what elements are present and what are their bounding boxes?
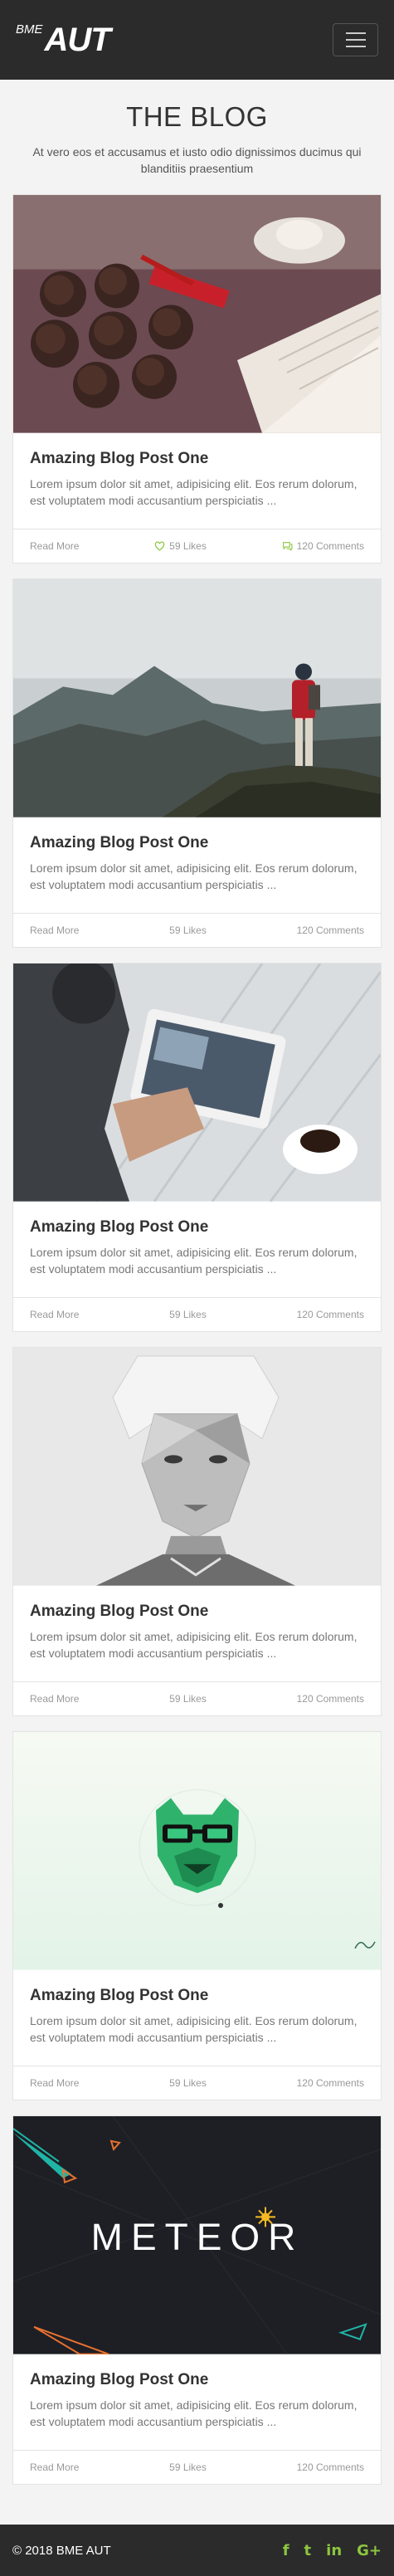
comments-count: 120 Comments [296,540,364,553]
blog-post-card: Amazing Blog Post One Lorem ipsum dolor … [12,963,382,1332]
read-more-link[interactable]: Read More [30,540,79,552]
twitter-icon[interactable]: t [304,2542,312,2559]
post-footer: Read More 59 Likes 120 Comments [13,1297,381,1331]
hamburger-icon-line [345,46,366,47]
navbar: BME AUT [0,0,394,80]
post-body: Amazing Blog Post One Lorem ipsum dolor … [13,817,381,914]
page-title: THE BLOG [126,101,268,132]
likes-count[interactable]: 59 Likes [169,1309,207,1320]
post-body: Amazing Blog Post One Lorem ipsum dolor … [13,1202,381,1298]
post-excerpt: Lorem ipsum dolor sit amet, adipisicing … [30,861,358,891]
facebook-icon[interactable]: f [283,2542,289,2559]
comments-count[interactable]: 120 Comments [297,1693,364,1705]
post-excerpt: Lorem ipsum dolor sit amet, adipisicing … [30,2398,358,2428]
post-footer: Read More 59 Likes 120 Comments [13,2066,381,2100]
post-title[interactable]: Amazing Blog Post One [30,1603,364,1621]
hamburger-icon-line [345,39,366,41]
post-title[interactable]: Amazing Blog Post One [30,1987,364,2005]
post-body: Amazing Blog Post One Lorem ipsum dolor … [13,433,381,529]
comments-count[interactable]: 120 Comments [297,2077,364,2089]
meteor-logo-text: METEOR [91,2215,304,2258]
hero-section: THE BLOG At vero eos et accusamus et ius… [0,80,394,177]
read-more-link[interactable]: Read More [30,1693,79,1705]
post-title[interactable]: Amazing Blog Post One [30,834,364,852]
likes-count[interactable]: 59 Likes [169,1693,207,1705]
blog-post-card: Amazing Blog Post One Lorem ipsum dolor … [12,194,382,564]
read-more-link[interactable]: Read More [30,925,79,936]
posts-list: Amazing Blog Post One Lorem ipsum dolor … [0,177,394,2485]
post-image-lowpoly-bust[interactable] [13,1348,381,1586]
post-excerpt: Lorem ipsum dolor sit amet, adipisicing … [30,1245,358,1276]
comments-count[interactable]: 120 Comments [297,2461,364,2473]
post-title[interactable]: Amazing Blog Post One [30,450,364,468]
post-image-mountain[interactable] [13,579,381,817]
social-links: f t in G+ [283,2542,382,2559]
post-image-bear-logo[interactable] [13,1732,381,1970]
copyright-text: © 2018 BME AUT [12,2543,111,2558]
post-body: Amazing Blog Post One Lorem ipsum dolor … [13,2354,381,2451]
blog-post-card: Amazing Blog Post One Lorem ipsum dolor … [12,1347,382,1716]
comments-count[interactable]: 120 Comments [297,925,364,936]
blog-post-card: Amazing Blog Post One Lorem ipsum dolor … [12,578,382,948]
post-footer: Read More 59 Likes 120 Comments [13,529,381,563]
post-title[interactable]: Amazing Blog Post One [30,1218,364,1237]
post-footer: Read More 59 Likes 120 Comments [13,1681,381,1715]
read-more-link[interactable]: Read More [30,1309,79,1320]
post-image-muffins[interactable] [13,195,381,433]
likes-counter[interactable]: 59 Likes [154,540,207,552]
post-body: Amazing Blog Post One Lorem ipsum dolor … [13,1970,381,2066]
blog-post-card: METEOR Amazing Blog Post One Lorem ipsum… [12,2115,382,2485]
brand-logo[interactable]: BME AUT [16,19,111,61]
post-excerpt: Lorem ipsum dolor sit amet, adipisicing … [30,476,358,507]
post-excerpt: Lorem ipsum dolor sit amet, adipisicing … [30,2013,358,2044]
comments-icon [282,542,293,552]
read-more-link[interactable]: Read More [30,2461,79,2473]
site-footer: © 2018 BME AUT f t in G+ [0,2525,394,2576]
page-subtitle: At vero eos et accusamus et iusto odio d… [32,145,362,175]
linkedin-icon[interactable]: in [326,2542,342,2559]
hamburger-menu-button[interactable] [333,23,378,56]
google-plus-icon[interactable]: G+ [357,2542,382,2559]
post-title[interactable]: Amazing Blog Post One [30,2371,364,2389]
comments-counter[interactable]: 120 Comments [282,540,364,552]
logo-small-text: BME [16,22,43,37]
logo-big-text: AUT [44,22,111,58]
hamburger-icon-line [345,32,366,34]
blog-post-card: Amazing Blog Post One Lorem ipsum dolor … [12,1731,382,2100]
likes-count[interactable]: 59 Likes [169,925,207,936]
post-footer: Read More 59 Likes 120 Comments [13,2450,381,2484]
post-image-tablet[interactable] [13,964,381,1202]
likes-count[interactable]: 59 Likes [169,2461,207,2473]
likes-count[interactable]: 59 Likes [169,2077,207,2089]
post-footer: Read More 59 Likes 120 Comments [13,913,381,947]
heart-icon [154,541,165,551]
likes-count: 59 Likes [169,540,207,553]
comments-count[interactable]: 120 Comments [297,1309,364,1320]
post-image-meteor[interactable]: METEOR [13,2116,381,2354]
post-body: Amazing Blog Post One Lorem ipsum dolor … [13,1586,381,1682]
read-more-link[interactable]: Read More [30,2077,79,2089]
post-excerpt: Lorem ipsum dolor sit amet, adipisicing … [30,1629,358,1660]
